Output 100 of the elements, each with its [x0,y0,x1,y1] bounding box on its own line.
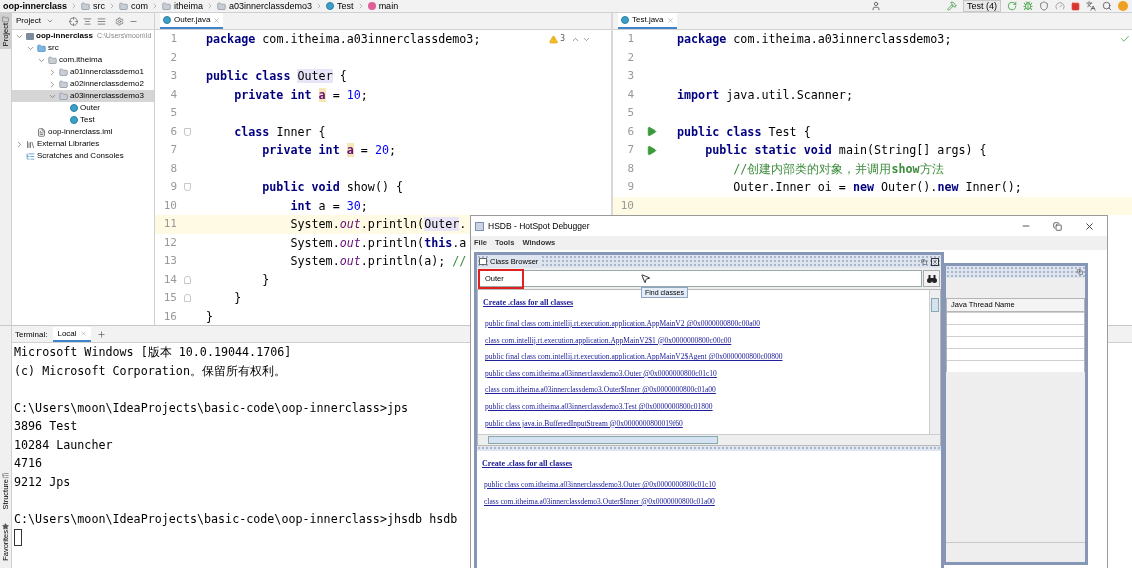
tree-row[interactable]: Scratches and Consoles [12,150,154,162]
coverage-icon[interactable] [1039,1,1049,11]
code-line: public class Test { [676,123,811,141]
editor-tab[interactable]: Outer.java [160,13,224,29]
tree-row[interactable]: External Libraries [12,138,154,150]
tree-item-label[interactable]: src [48,42,59,54]
tree-item-label[interactable]: Outer [80,102,100,114]
chevron-right-icon[interactable] [48,67,57,77]
breadcrumb-separator-icon [108,2,116,10]
tree-item-label[interactable]: a01innerclassdemo1 [70,66,144,78]
chevron-right-icon[interactable] [48,79,57,89]
tree-row[interactable]: a03innerclassdemo3 [12,90,154,102]
stop-icon[interactable] [1071,1,1080,11]
tree-row[interactable]: oop-innerclass.iml [12,126,154,138]
library-icon [26,139,35,149]
line-number: 7 [169,142,177,158]
line-number: 4 [169,86,177,103]
check-icon[interactable] [1120,34,1130,44]
editor-tab[interactable]: Test.java [618,13,677,29]
terminal-tab[interactable]: Local [53,327,91,342]
code-line: int a = 30; [289,197,368,215]
folder-icon [48,55,57,65]
build-icon[interactable] [947,1,957,11]
tree-row[interactable]: src [12,42,154,54]
tree-row[interactable]: a02innerclassdemo2 [12,78,154,90]
search-icon[interactable] [1102,1,1112,11]
profile-icon[interactable] [1055,1,1065,11]
breadcrumb[interactable]: main [378,1,399,11]
create-classes-link[interactable]: Create .class for all classes [482,457,573,471]
settings-icon[interactable] [114,16,124,26]
method-icon [367,2,376,10]
fold-icon[interactable] [184,294,191,303]
line-number: 5 [169,105,177,121]
rerun-icon[interactable] [1007,1,1017,11]
caret-icon[interactable] [45,17,54,25]
tree-item-label[interactable]: Scratches and Consoles [37,150,124,162]
fold-icon[interactable] [184,275,191,284]
code-line: public void show() { [261,179,404,196]
line-number: 5 [626,105,634,121]
line-number: 10 [162,197,177,214]
breadcrumb[interactable]: Test [337,1,354,11]
breadcrumb[interactable]: itheima [174,1,204,11]
line-number: 1 [169,31,177,47]
tree-row[interactable]: Outer [12,102,154,114]
tree-row[interactable]: a01innerclassdemo1 [12,66,154,78]
close-icon[interactable] [1084,220,1095,232]
code-line: System.out.println(Outer. [289,216,467,233]
terminal-line: 9212 Jps [14,473,71,491]
tree-item-label[interactable]: External Libraries [37,138,100,150]
run-icon[interactable] [646,144,657,156]
terminal-line: C:\Users\moon\IdeaProjects\basic-code\oop-innerclass>jhsdb hsdb [14,510,458,528]
warning-icon[interactable] [549,34,559,44]
code-line: System.out.println(a); // [289,253,467,270]
terminal-label: Terminal: [15,329,48,341]
translate-icon[interactable] [1086,1,1096,11]
fold-icon[interactable] [184,183,191,192]
tree-item-label[interactable]: oop-innerclass.iml [48,126,113,138]
user-icon[interactable] [871,1,881,11]
restore-icon[interactable] [921,258,927,265]
tree-item-label[interactable]: a02innerclassdemo2 [70,78,144,90]
create-classes-link[interactable]: Create .class for all classes [483,296,574,310]
tree-row[interactable]: com.itheima [12,54,154,66]
locate-icon[interactable] [68,16,78,26]
vertical-scrollbar[interactable] [929,290,940,434]
tree-item-label[interactable]: Test [80,114,95,126]
binoculars-icon[interactable] [926,274,937,283]
maximize-icon[interactable] [1053,221,1062,231]
breadcrumb[interactable]: src [93,1,105,11]
add-icon[interactable] [96,330,106,339]
terminal-line: Microsoft Windows [版本 10.0.19044.1706] [14,344,292,361]
breadcrumb[interactable]: a03innerclassdemo3 [229,1,313,11]
debug-icon[interactable] [1023,1,1033,11]
file-icon [37,127,46,137]
horizontal-scrollbar[interactable] [478,434,940,445]
collapse-all-icon[interactable] [96,16,106,26]
terminal-line: C:\Users\moon\IdeaProjects\basic-code\oop-innerclass>jps [14,399,409,417]
tree-item-label[interactable]: a03innerclassdemo3 [70,90,144,102]
view-selector[interactable]: Project [16,15,41,27]
folder-icon [2,16,9,23]
run-icon[interactable] [646,126,657,138]
update-icon[interactable] [1118,1,1128,11]
splitter[interactable] [477,446,941,451]
code-line: private int a = 20; [261,142,397,159]
tree-row[interactable]: Test [12,114,154,126]
line-number: 7 [626,142,634,158]
code-line: System.out.println(this.a [289,234,467,252]
breadcrumb[interactable]: oop-innerclass [3,1,67,11]
find-button[interactable] [923,270,940,287]
run-config-dropdown[interactable]: Test (4) [963,0,1001,12]
breadcrumb[interactable]: com [131,1,149,11]
line-number: 14 [162,271,177,288]
restore-icon[interactable] [1077,269,1083,275]
chevron-right-icon[interactable] [15,139,24,149]
close-icon[interactable] [931,257,939,266]
expand-all-icon[interactable] [82,16,92,26]
tree-item-label[interactable]: com.itheima [59,54,103,66]
warning-count[interactable]: 3 [560,33,565,45]
tree-item-label[interactable]: oop-innerclass [36,30,93,42]
code-line: package com.itheima.a03innerclassdemo3; [676,31,952,48]
fold-icon[interactable] [184,127,191,136]
